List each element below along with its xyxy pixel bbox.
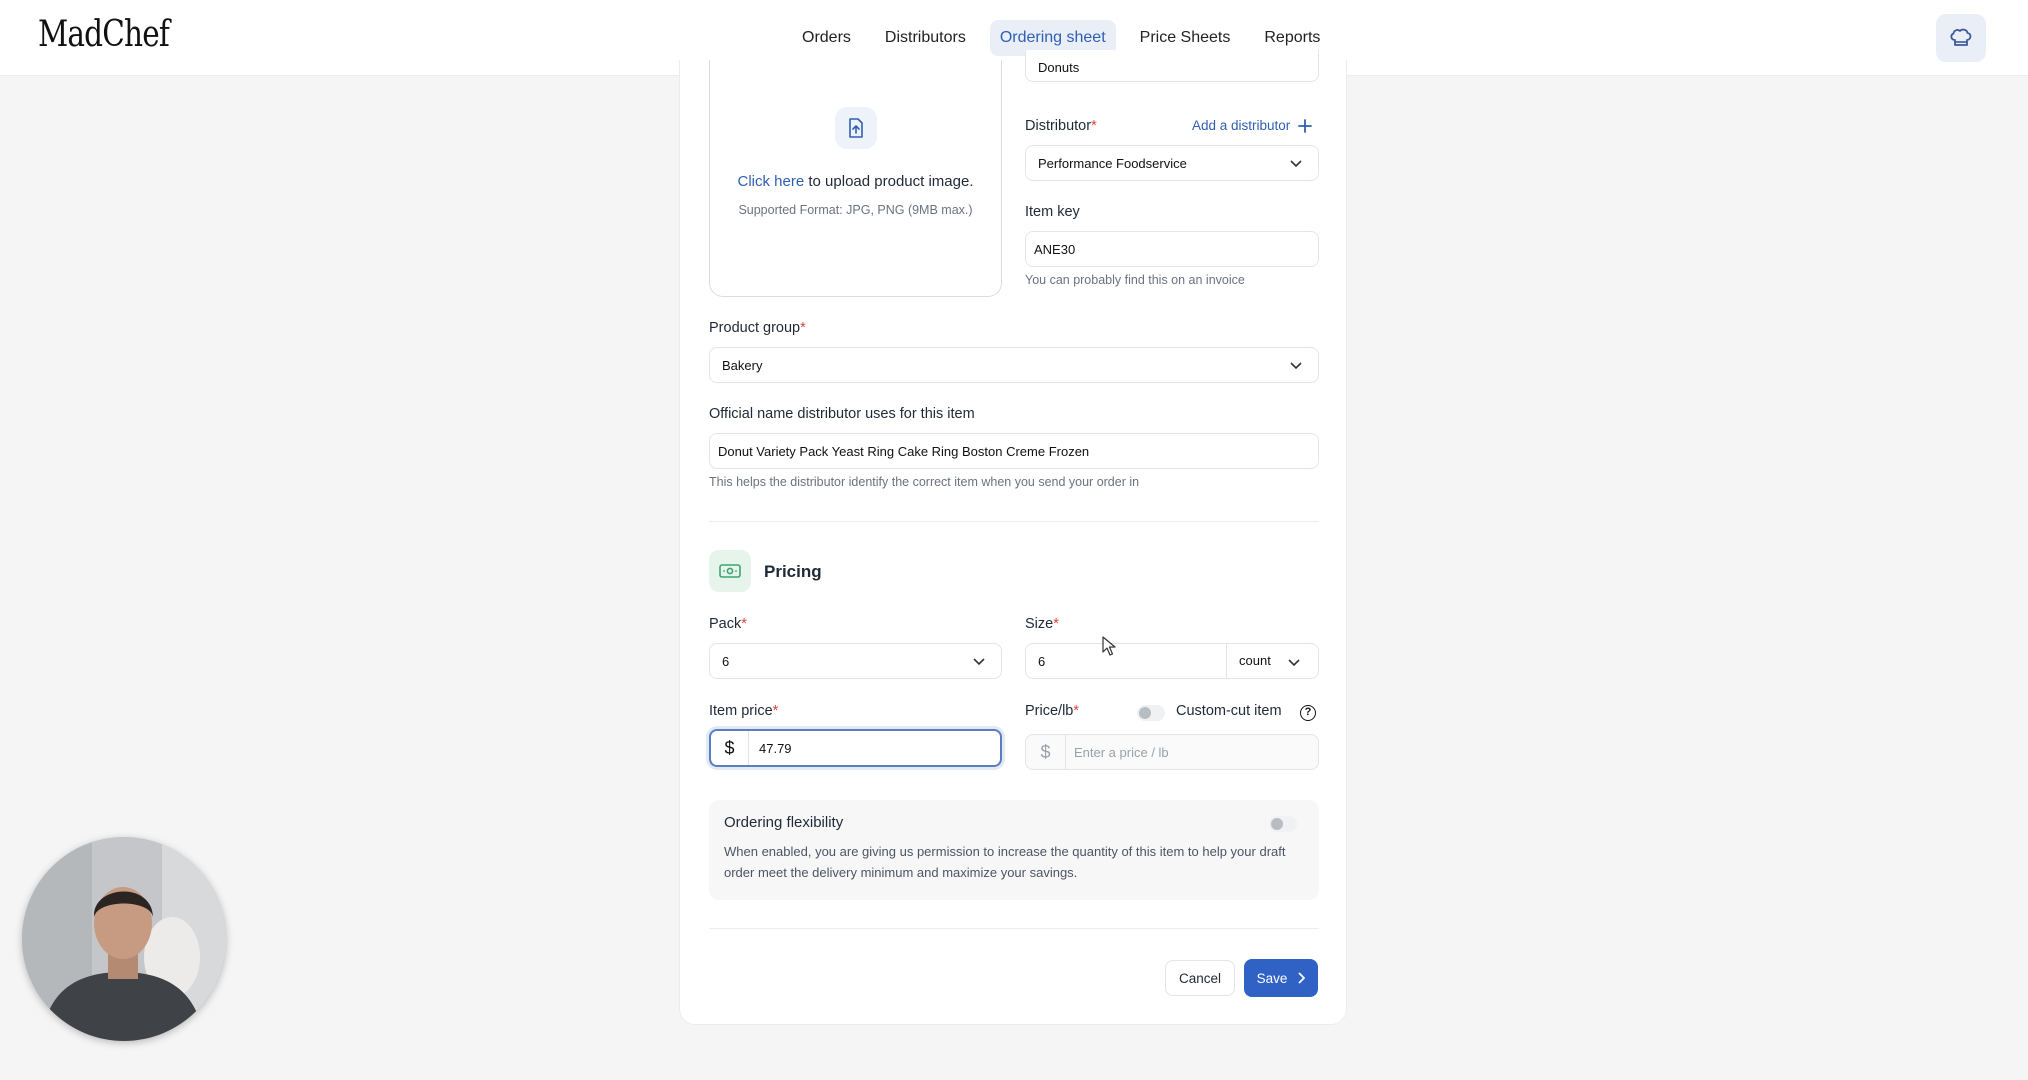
pack-select[interactable]: 6: [709, 643, 1002, 679]
mouse-cursor-icon: [1102, 636, 1116, 656]
pack-value: 6: [722, 653, 730, 669]
chevron-down-icon: [973, 658, 985, 666]
chef-hat-icon: [1950, 28, 1972, 46]
size-input[interactable]: 6: [1025, 643, 1319, 679]
nav-distributors[interactable]: Distributors: [875, 20, 976, 56]
ordering-flexibility-description: When enabled, you are giving us permissi…: [724, 844, 1286, 880]
custom-cut-label: Custom-cut item: [1176, 703, 1282, 719]
image-upload-area[interactable]: Click here to upload product image. Supp…: [709, 60, 1002, 297]
price-lb-placeholder: Enter a price / lb: [1074, 744, 1169, 760]
pack-label: Pack*: [709, 616, 747, 632]
pricing-section-icon: [709, 550, 751, 592]
item-price-label: Item price*: [709, 703, 779, 719]
price-lb-label: Price/lb*: [1025, 703, 1080, 719]
upload-instructions: Click here to upload product image.: [710, 173, 1001, 190]
product-group-label: Product group*: [709, 320, 806, 336]
app-logo[interactable]: MadChef: [38, 14, 170, 55]
size-value: 6: [1038, 653, 1046, 669]
ordering-flexibility-box: Ordering flexibility When enabled, you a…: [709, 800, 1319, 900]
chevron-right-icon: [1298, 972, 1306, 984]
upload-format-hint: Supported Format: JPG, PNG (9MB max.): [738, 203, 973, 217]
footer-divider: [709, 928, 1319, 929]
upload-link[interactable]: Click here: [738, 173, 805, 190]
item-price-currency: $: [711, 731, 749, 765]
price-lb-input[interactable]: $ Enter a price / lb: [1025, 734, 1319, 770]
item-key-value: ANE30: [1034, 241, 1076, 257]
product-name-input[interactable]: Donuts: [1025, 50, 1319, 82]
add-distributor-link[interactable]: Add a distributor: [1192, 118, 1313, 133]
nav-orders[interactable]: Orders: [792, 20, 861, 56]
save-button[interactable]: Save: [1244, 959, 1318, 997]
item-key-hint: You can probably find this on an invoice: [1025, 273, 1245, 287]
plus-icon: [1298, 118, 1313, 133]
help-icon[interactable]: ?: [1300, 705, 1316, 721]
item-key-label: Item key: [1025, 204, 1080, 220]
money-icon: [719, 564, 741, 578]
item-key-input[interactable]: ANE30: [1025, 231, 1319, 267]
price-lb-currency: $: [1026, 735, 1066, 769]
presenter-video-icon: [22, 837, 226, 1041]
profile-button[interactable]: [1936, 14, 1986, 62]
size-unit-select[interactable]: count: [1239, 653, 1271, 668]
chevron-down-icon: [1290, 160, 1302, 168]
product-group-value: Bakery: [722, 357, 763, 373]
product-name-value: Donuts: [1038, 60, 1080, 75]
product-group-select[interactable]: Bakery: [709, 347, 1319, 383]
item-price-input[interactable]: $ 47.79: [709, 729, 1002, 767]
product-form-card: Click here to upload product image. Supp…: [679, 50, 1347, 1025]
custom-cut-toggle[interactable]: [1137, 705, 1165, 721]
pricing-title: Pricing: [764, 562, 822, 581]
upload-icon: [835, 107, 877, 149]
official-name-label: Official name distributor uses for this …: [709, 406, 975, 422]
chevron-down-icon: [1288, 659, 1300, 667]
save-label: Save: [1256, 970, 1288, 986]
ordering-flexibility-title: Ordering flexibility: [724, 814, 844, 831]
distributor-value: Performance Foodservice: [1038, 155, 1187, 171]
chevron-down-icon: [1290, 362, 1302, 370]
ordering-flexibility-toggle[interactable]: [1269, 816, 1297, 832]
official-name-value: Donut Variety Pack Yeast Ring Cake Ring …: [718, 443, 1090, 459]
size-label: Size*: [1025, 616, 1059, 632]
section-divider: [709, 521, 1319, 522]
add-distributor-label: Add a distributor: [1192, 118, 1291, 133]
cancel-button[interactable]: Cancel: [1165, 960, 1235, 996]
item-price-value: 47.79: [759, 740, 792, 756]
distributor-label: Distributor*: [1025, 118, 1097, 134]
official-name-input[interactable]: Donut Variety Pack Yeast Ring Cake Ring …: [709, 433, 1319, 469]
webcam-video-overlay: [22, 837, 226, 1041]
size-unit-divider: [1226, 644, 1227, 678]
size-unit-value: count: [1239, 653, 1271, 668]
distributor-select[interactable]: Performance Foodservice: [1025, 145, 1319, 181]
official-name-hint: This helps the distributor identify the …: [709, 475, 1140, 489]
upload-text: to upload product image.: [804, 173, 974, 190]
